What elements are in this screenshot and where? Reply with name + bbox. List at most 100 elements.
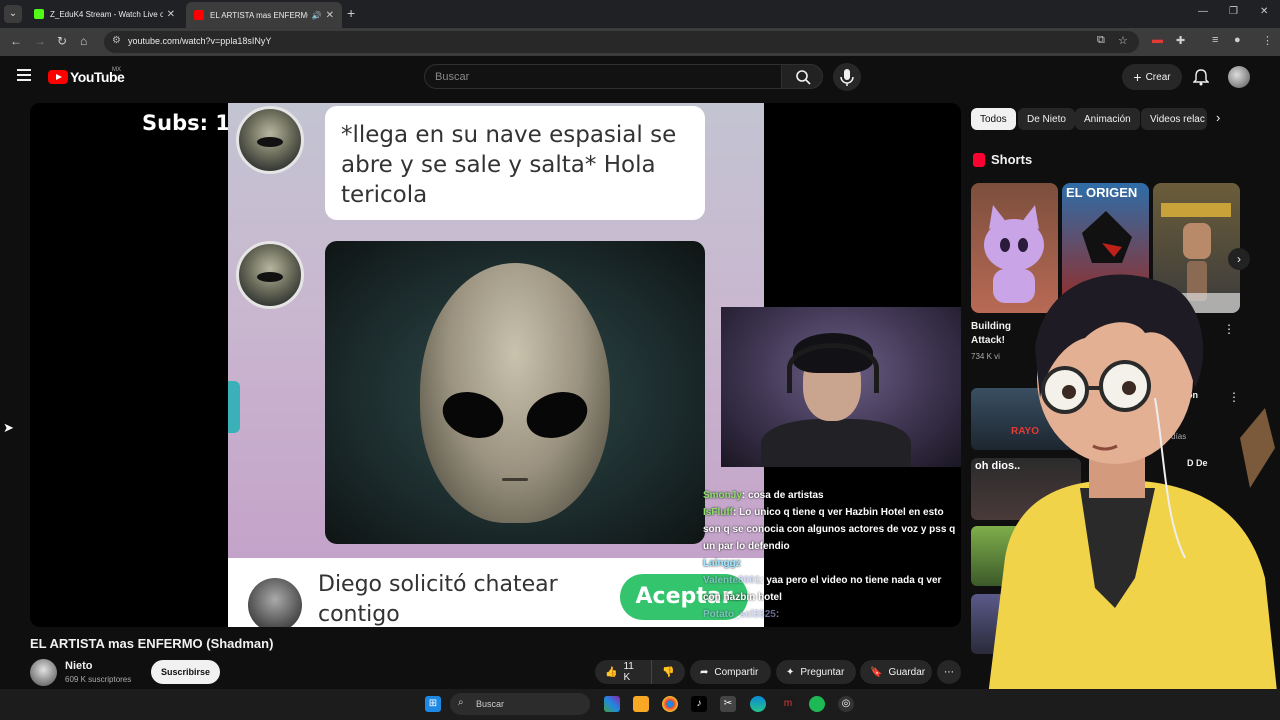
chat-request-bar: Diego solicitó chatear contigo Aceptar <box>228 558 764 627</box>
extensions-icon[interactable]: ✚ <box>1176 34 1185 47</box>
webcam-body <box>761 419 911 467</box>
alien-head <box>420 263 610 523</box>
chat-message: Potato_scl3325: <box>703 606 958 623</box>
share-button[interactable]: ➦ Compartir <box>690 660 771 684</box>
minimize-icon[interactable]: — <box>1198 6 1208 17</box>
bookmark-star-icon[interactable]: ☆ <box>1118 34 1128 47</box>
capcut-icon[interactable]: ✂ <box>720 696 736 712</box>
tiktok-icon[interactable]: ♪ <box>691 696 707 712</box>
like-button[interactable]: 👍 11 K <box>595 660 651 684</box>
search-box <box>424 64 782 89</box>
taskbar-search[interactable]: ⌕ Buscar <box>450 693 590 715</box>
search-button[interactable] <box>781 64 823 89</box>
like-count: 11 K <box>623 661 634 683</box>
thumbs-up-icon: 👍 <box>605 666 618 678</box>
vtuber-avatar-overlay <box>985 274 1280 720</box>
plus-icon: + <box>1133 69 1142 85</box>
headphones-icon <box>787 343 879 393</box>
streamer-webcam <box>721 307 961 467</box>
alien-eye <box>436 384 510 446</box>
ask-label: Preguntar <box>800 666 845 678</box>
chat-request-text: Diego solicitó chatear contigo <box>318 572 558 627</box>
spotify-icon[interactable] <box>809 696 825 712</box>
stream-chat-overlay: SmonJy: cosa de artistas IsFluff: Lo uni… <box>703 487 958 623</box>
create-label: Crear <box>1145 71 1171 83</box>
youtube-logo[interactable]: YouTube MX <box>48 67 125 85</box>
share-arrow-icon: ➦ <box>700 666 709 678</box>
taskbar-search-icon: ⌕ <box>458 697 464 708</box>
save-button[interactable]: 🔖 Guardar <box>860 660 932 684</box>
notifications-bell-icon[interactable] <box>1192 68 1210 91</box>
close-tab-icon[interactable]: ✕ <box>167 9 175 20</box>
address-bar[interactable]: ⚙ youtube.com/watch?v=ppla18sINyY <box>104 31 1139 53</box>
close-tab-icon[interactable]: ✕ <box>326 10 334 21</box>
chip-animation[interactable]: Animación <box>1075 108 1140 130</box>
chat-username: Potato_scl3325 <box>703 609 776 620</box>
video-player[interactable]: Subs: 15 *llega en su nave espasial se a… <box>30 103 961 627</box>
dislike-button[interactable]: 👎 <box>651 660 685 684</box>
reload-icon[interactable]: ↻ <box>57 34 67 48</box>
windows-start-icon[interactable]: ⊞ <box>425 696 441 712</box>
shorts-heading: Shorts <box>973 152 1032 167</box>
forward-icon[interactable]: → <box>34 34 46 48</box>
chat-text: : Lo unico q tiene q ver Hazbin Hotel en… <box>703 507 956 552</box>
more-horizontal-icon: ⋯ <box>944 666 954 678</box>
sparkle-icon: ✦ <box>786 666 795 678</box>
new-tab-button[interactable]: + <box>347 5 355 21</box>
chat-username: IsFluff <box>703 507 733 518</box>
channel-avatar[interactable] <box>30 659 57 686</box>
youtube-header: YouTube MX + Crear <box>0 56 1280 100</box>
hamburger-menu-icon[interactable] <box>17 69 31 84</box>
voice-search-button[interactable] <box>833 63 861 91</box>
chat-bubble-text: *llega en su nave espasial se abre y se … <box>341 122 677 208</box>
tab-search-button[interactable]: ⌄ <box>4 5 22 23</box>
tab-stream[interactable]: Z_EduK4 Stream - Watch Live o ✕ <box>26 3 183 25</box>
chat-message: Valente8001: yaa pero el video no tiene … <box>703 572 958 606</box>
windows-taskbar: ⊞ ⌕ Buscar ♪ ✂ m ◎ <box>0 689 1280 720</box>
youtube-favicon-icon <box>194 10 204 20</box>
app-m-icon[interactable]: m <box>780 696 796 712</box>
chrome-icon[interactable] <box>662 696 678 712</box>
alien-profile-picture <box>236 241 304 309</box>
back-icon[interactable]: ← <box>10 34 22 48</box>
site-info-icon[interactable]: ⚙ <box>112 35 121 46</box>
reading-list-icon[interactable]: ≡ <box>1212 34 1218 46</box>
extension-red-icon[interactable]: ▬ <box>1152 34 1163 46</box>
create-button[interactable]: + Crear <box>1122 64 1182 90</box>
chevron-right-icon[interactable]: › <box>1216 110 1220 125</box>
more-actions-button[interactable]: ⋯ <box>937 660 961 684</box>
install-app-icon[interactable]: ⧉ <box>1097 34 1105 47</box>
restore-icon[interactable]: ❐ <box>1229 6 1238 17</box>
share-label: Compartir <box>714 666 759 678</box>
chat-message: SmonJy: cosa de artistas <box>703 487 958 504</box>
chat-username: SmonJy <box>703 490 742 501</box>
subscribe-button[interactable]: Suscribirse <box>151 660 220 684</box>
shorts-heading-text: Shorts <box>991 152 1033 167</box>
speaker-icon[interactable]: 🔊 <box>312 11 322 20</box>
ask-button[interactable]: ✦ Preguntar <box>776 660 856 684</box>
bookmark-icon: 🔖 <box>870 666 883 678</box>
home-icon[interactable]: ⌂ <box>80 34 87 48</box>
file-explorer-icon[interactable] <box>633 696 649 712</box>
browser-tab-strip: ⌄ Z_EduK4 Stream - Watch Live o ✕ EL ART… <box>0 0 1280 28</box>
youtube-play-icon <box>48 70 68 84</box>
country-code: MX <box>112 67 121 73</box>
chip-related[interactable]: Videos relac <box>1141 108 1207 130</box>
close-window-icon[interactable]: ✕ <box>1260 6 1268 17</box>
channel-name[interactable]: Nieto <box>65 660 93 672</box>
search-input[interactable] <box>425 65 781 88</box>
alien-profile-picture <box>236 106 304 174</box>
chip-all[interactable]: Todos <box>971 108 1016 130</box>
browser-toolbar: ← → ↻ ⌂ ⚙ youtube.com/watch?v=ppla18sINy… <box>0 28 1280 56</box>
tab-youtube[interactable]: EL ARTISTA mas ENFERMO 🔊 ✕ <box>186 2 342 28</box>
menu-kebab-icon[interactable]: ⋮ <box>1262 34 1273 47</box>
obs-icon[interactable]: ◎ <box>838 696 854 712</box>
chat-text: : cosa de artistas <box>741 490 824 501</box>
subscriber-count: 609 K suscriptores <box>65 675 132 684</box>
profile-icon[interactable]: ● <box>1234 34 1241 46</box>
chip-from-channel[interactable]: De Nieto <box>1018 108 1075 130</box>
edge-icon[interactable] <box>750 696 766 712</box>
account-avatar[interactable] <box>1228 66 1250 88</box>
mouse-cursor-icon: ➤ <box>3 420 14 435</box>
copilot-icon[interactable] <box>604 696 620 712</box>
